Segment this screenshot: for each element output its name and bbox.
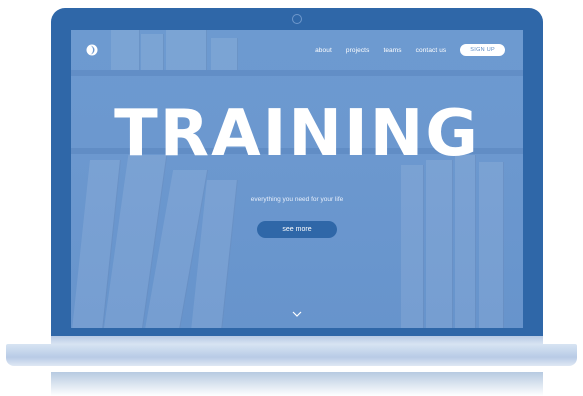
laptop-frame: about projects teams contact us SIGN UP … — [51, 8, 543, 338]
camera-icon — [292, 14, 302, 24]
laptop-hinge — [51, 336, 543, 344]
top-nav: about projects teams contact us SIGN UP — [315, 44, 505, 56]
see-more-button[interactable]: see more — [257, 221, 337, 238]
hero-subtitle: everything you need for your life — [250, 196, 344, 203]
signup-button[interactable]: SIGN UP — [460, 44, 505, 56]
nav-about[interactable]: about — [315, 47, 332, 54]
website-screen: about projects teams contact us SIGN UP … — [71, 30, 523, 328]
hero-title: TRAINING — [114, 97, 480, 171]
nav-contact-us[interactable]: contact us — [416, 47, 447, 54]
laptop-reflection — [51, 372, 543, 396]
chevron-down-icon[interactable] — [292, 311, 302, 317]
background-image-books — [71, 30, 523, 328]
nav-teams[interactable]: teams — [383, 47, 401, 54]
laptop-base — [6, 344, 577, 366]
logo-icon[interactable] — [86, 44, 98, 56]
nav-projects[interactable]: projects — [346, 47, 370, 54]
